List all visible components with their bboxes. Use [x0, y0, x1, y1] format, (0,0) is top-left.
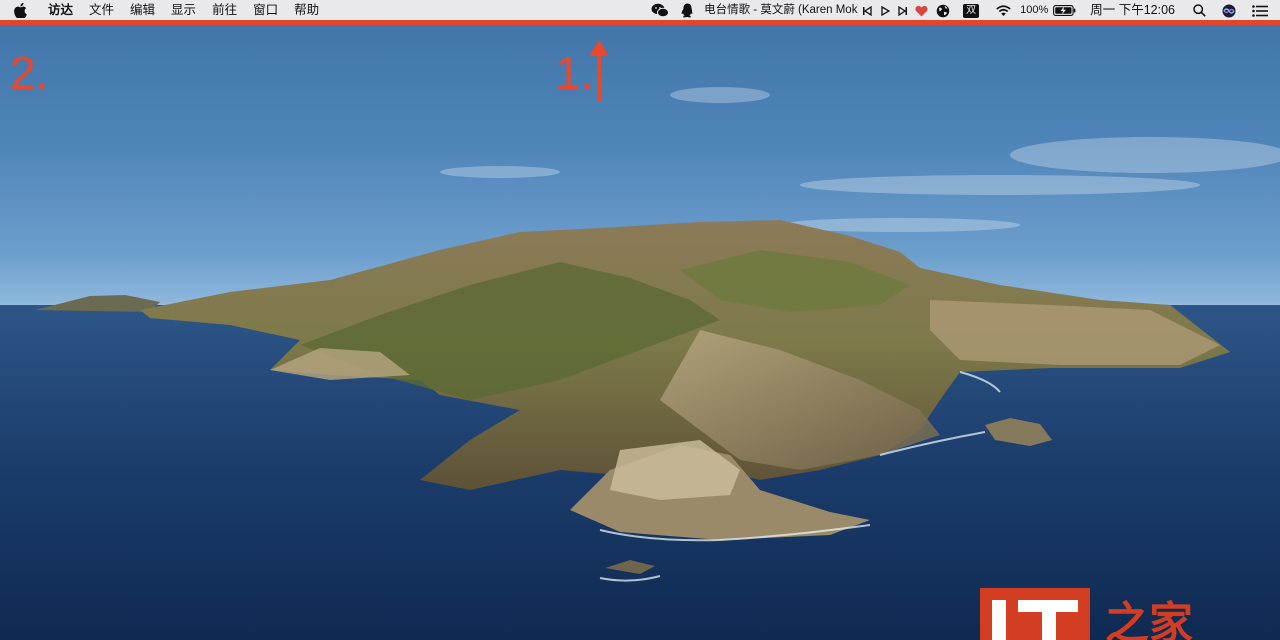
- apple-menu-button[interactable]: [0, 3, 40, 18]
- notification-center-icon: [1252, 4, 1268, 17]
- menu-edit[interactable]: 编辑: [122, 0, 163, 21]
- qq-penguin-icon: [681, 3, 693, 18]
- now-playing-title[interactable]: 电台情歌 - 莫文蔚 (Karen Mok): [700, 0, 858, 21]
- catalina-island-scene: [0, 87, 1280, 640]
- globe-status-item[interactable]: [931, 0, 955, 21]
- watermark-text: 之家: [1105, 598, 1193, 640]
- battery-charging-icon: [1053, 5, 1076, 16]
- ithome-watermark-logo: 之家: [980, 588, 1193, 640]
- spotlight-button[interactable]: [1185, 0, 1214, 21]
- input-method-button[interactable]: 双: [955, 0, 987, 21]
- siri-icon: [1222, 4, 1236, 17]
- battery-percentage: 100%: [1020, 4, 1049, 16]
- annotation-label-2: 2.: [10, 47, 49, 99]
- siri-button[interactable]: [1214, 0, 1244, 21]
- desktop-wallpaper: [0, 0, 1280, 640]
- play-button[interactable]: [876, 0, 894, 21]
- menu-finder[interactable]: 访达: [40, 0, 81, 21]
- wechat-status-item[interactable]: [645, 0, 675, 21]
- globe-icon: [936, 4, 950, 17]
- next-track-icon: [898, 5, 908, 16]
- annotation-up-arrow-icon: [589, 40, 609, 102]
- wifi-status-item[interactable]: [987, 0, 1020, 21]
- menu-help[interactable]: 帮助: [286, 0, 327, 21]
- menu-bar-highlight-outline: [0, 20, 1280, 25]
- battery-status-item[interactable]: [1051, 0, 1084, 21]
- menu-bar: 访达 文件 编辑 显示 前往 窗口 帮助 电台情歌 - 莫文蔚 (Karen M…: [0, 0, 1280, 21]
- heart-icon: [915, 5, 928, 16]
- menu-view[interactable]: 显示: [163, 0, 204, 21]
- notification-center-button[interactable]: [1244, 0, 1280, 21]
- previous-track-icon: [863, 5, 872, 16]
- menu-file[interactable]: 文件: [81, 0, 122, 21]
- qq-status-item[interactable]: [675, 0, 700, 21]
- menu-bar-clock[interactable]: 周一 下午12:06: [1084, 0, 1185, 21]
- menu-bar-status-area: 电台情歌 - 莫文蔚 (Karen Mok) 双 100% 周一 下午12:06: [645, 0, 1280, 21]
- menu-bar-left: 访达 文件 编辑 显示 前往 窗口 帮助: [0, 0, 327, 21]
- apple-logo-icon: [13, 3, 27, 18]
- input-method-label: 双: [963, 3, 980, 18]
- menu-go[interactable]: 前往: [204, 0, 245, 21]
- wechat-icon: [651, 3, 670, 18]
- favorite-button[interactable]: [912, 0, 931, 21]
- play-icon: [881, 5, 891, 16]
- menu-window[interactable]: 窗口: [245, 0, 286, 21]
- spotlight-search-icon: [1193, 4, 1206, 17]
- next-track-button[interactable]: [894, 0, 912, 21]
- previous-track-button[interactable]: [858, 0, 876, 21]
- wifi-icon: [996, 5, 1011, 16]
